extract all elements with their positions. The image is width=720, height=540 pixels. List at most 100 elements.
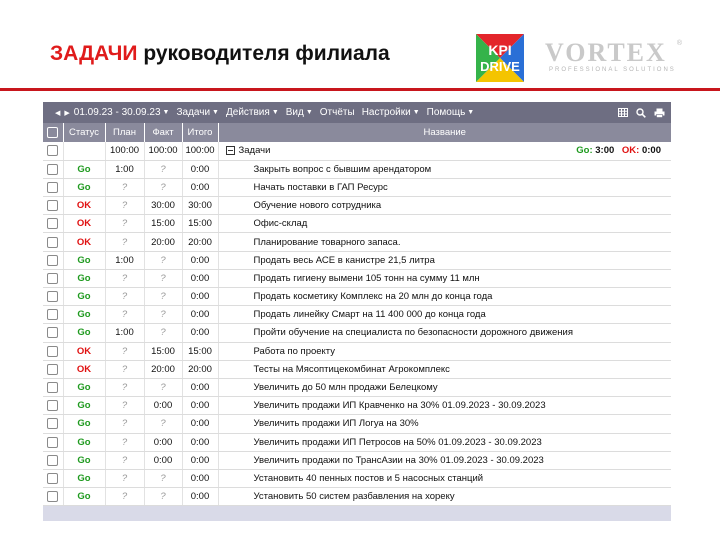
table-row[interactable]: Go?? 0:00 Увеличить продажи ИП Логуа на 30… [43, 414, 671, 434]
table-row[interactable]: OK? 20:00 20:00 Планирование товарного запа… [43, 232, 671, 252]
task-name[interactable]: Установить 50 систем разбавления на хорe… [218, 487, 671, 507]
row-checkbox-cell[interactable] [43, 178, 64, 198]
total-row[interactable]: 100:00 100:00 100:00 Задачи Go: 3:00 OK:… [43, 142, 671, 161]
row-checkbox-cell[interactable] [43, 342, 64, 361]
table-row[interactable]: OK? 15:00 15:00 Офис-склад [43, 214, 671, 234]
task-name[interactable]: Продать косметику Комплекс на 20 млн до … [218, 287, 671, 307]
row-checkbox[interactable] [47, 454, 59, 466]
table-row[interactable]: Go 1:00? 0:00 Пройти обучение на специалист… [43, 323, 671, 343]
row-checkbox[interactable] [47, 163, 59, 175]
table-row[interactable]: OK? 20:00 20:00 Тесты на Мясоптицекомбинат … [43, 360, 671, 379]
task-name[interactable]: Установить 40 пенных постов и 5 насосных… [218, 469, 671, 489]
table-row[interactable]: OK? 30:00 30:00 Обучение нового сотрудника [43, 196, 671, 216]
task-name[interactable]: Увеличить продажи ИП Петросов на 50% 01.… [218, 433, 671, 452]
table-row[interactable]: Go? 0:00 0:00 Увеличить продажи ИП Петросов… [43, 433, 671, 452]
row-checkbox[interactable] [47, 236, 59, 248]
row-checkbox[interactable] [47, 491, 59, 503]
table-row[interactable]: Go?? 0:00 Продать косметику Комплекс на 20… [43, 287, 671, 307]
menu-item[interactable]: Действия ▼ [226, 107, 279, 118]
search-icon[interactable] [636, 107, 646, 118]
row-checkbox[interactable] [47, 218, 59, 230]
row-checkbox-cell[interactable] [43, 269, 64, 289]
group-name[interactable]: Задачи [239, 145, 271, 156]
table-row[interactable]: Go 1:00? 0:00 Продать весь АСЕ в канистре 2… [43, 251, 671, 270]
header-name[interactable]: Название [218, 123, 671, 142]
task-name[interactable]: Увеличить продажи ИП Кравченко на 30% 01… [218, 396, 671, 416]
select-all-cell[interactable] [43, 123, 64, 142]
collapse-icon[interactable] [225, 146, 235, 156]
task-name[interactable]: Планирование товарного запаса. [218, 232, 671, 252]
header-plan[interactable]: План [105, 123, 145, 142]
task-name[interactable]: Обучение нового сотрудника [218, 196, 671, 216]
task-name[interactable]: Увеличить до 50 млн продажи Белецкому [218, 378, 671, 398]
row-checkbox-cell[interactable] [43, 378, 64, 398]
total-plan: 100:00 [105, 142, 145, 161]
table-row[interactable]: Go?? 0:00 Установить 50 систем разбавления… [43, 487, 671, 507]
row-checkbox-cell[interactable] [43, 360, 64, 379]
prev-period-icon[interactable]: ◀ [55, 109, 60, 117]
table-row[interactable]: OK? 15:00 15:00 Работа по проекту [43, 342, 671, 361]
row-checkbox[interactable] [47, 363, 59, 375]
table-row[interactable]: Go 1:00? 0:00 Закрыть вопрос с бывшим аренд… [43, 160, 671, 179]
row-checkbox-cell[interactable] [43, 251, 64, 270]
header-fact[interactable]: Факт [144, 123, 183, 142]
menu-item[interactable]: Отчёты [320, 107, 355, 118]
row-checkbox[interactable] [47, 436, 59, 448]
row-checkbox-cell[interactable] [43, 487, 64, 507]
row-checkbox[interactable] [47, 145, 59, 157]
task-name[interactable]: Офис-склад [218, 214, 671, 234]
row-checkbox-cell[interactable] [43, 323, 64, 343]
task-name[interactable]: Закрыть вопрос с бывшим арендатором [218, 160, 671, 179]
header-total[interactable]: Итого [182, 123, 219, 142]
row-checkbox[interactable] [47, 200, 59, 212]
row-checkbox[interactable] [47, 181, 59, 193]
task-name[interactable]: Продать гигиену вымени 105 тонн на сумму… [218, 269, 671, 289]
menu-item[interactable]: Задачи ▼ [176, 107, 219, 118]
row-checkbox[interactable] [47, 291, 59, 303]
row-checkbox-cell[interactable] [43, 396, 64, 416]
row-checkbox-cell[interactable] [43, 451, 64, 470]
row-checkbox[interactable] [47, 327, 59, 339]
row-checkbox-cell[interactable] [43, 305, 64, 325]
row-checkbox-cell[interactable] [43, 196, 64, 216]
task-name[interactable]: Продать линейку Смарт на 11 400 000 до к… [218, 305, 671, 325]
table-row[interactable]: Go?? 0:00 Увеличить до 50 млн продажи Беле… [43, 378, 671, 398]
next-period-icon[interactable]: ▶ [64, 109, 69, 117]
row-checkbox[interactable] [47, 254, 59, 266]
task-name[interactable]: Продать весь АСЕ в канистре 21,5 литра [218, 251, 671, 270]
row-checkbox-cell[interactable] [43, 433, 64, 452]
row-checkbox[interactable] [47, 345, 59, 357]
menu-item[interactable]: Вид ▼ [286, 107, 313, 118]
task-name[interactable]: Тесты на Мясоптицекомбинат Агрокомплекс [218, 360, 671, 379]
table-row[interactable]: Go?? 0:00 Начать поставки в ГАП Ресурс [43, 178, 671, 198]
task-name[interactable]: Увеличить продажи по ТрансАзии на 30% 01… [218, 451, 671, 470]
task-name[interactable]: Пройти обучение на специалиста по безопа… [218, 323, 671, 343]
table-row[interactable]: Go?? 0:00 Продать гигиену вымени 105 тонн … [43, 269, 671, 289]
table-row[interactable]: Go?? 0:00 Продать линейку Смарт на 11 400 … [43, 305, 671, 325]
task-name[interactable]: Начать поставки в ГАП Ресурс [218, 178, 671, 198]
row-checkbox[interactable] [47, 309, 59, 321]
row-checkbox[interactable] [47, 382, 59, 394]
row-checkbox[interactable] [47, 272, 59, 284]
table-row[interactable]: Go? 0:00 0:00 Увеличить продажи по ТрансАзи… [43, 451, 671, 470]
task-name[interactable]: Работа по проекту [218, 342, 671, 361]
row-checkbox[interactable] [47, 400, 59, 412]
menu-item[interactable]: Настройки ▼ [362, 107, 420, 118]
row-checkbox[interactable] [47, 418, 59, 430]
row-checkbox-cell[interactable] [43, 232, 64, 252]
menu-item[interactable]: Помощь ▼ [427, 107, 475, 118]
grid-icon[interactable] [618, 108, 628, 117]
row-checkbox[interactable] [47, 472, 59, 484]
row-checkbox-cell[interactable] [43, 414, 64, 434]
row-checkbox-cell[interactable] [43, 469, 64, 489]
select-all-checkbox[interactable] [47, 126, 59, 138]
print-icon[interactable] [654, 108, 665, 118]
table-row[interactable]: Go?? 0:00 Установить 40 пенных постов и 5 … [43, 469, 671, 489]
row-checkbox-cell[interactable] [43, 160, 64, 179]
row-checkbox-cell[interactable] [43, 287, 64, 307]
header-status[interactable]: Статус [63, 123, 106, 142]
task-name[interactable]: Увеличить продажи ИП Логуа на 30% [218, 414, 671, 434]
date-range-picker[interactable]: ◀ ▶ 01.09.23 - 30.09.23 ▼ [55, 107, 169, 118]
row-checkbox-cell[interactable] [43, 214, 64, 234]
table-row[interactable]: Go? 0:00 0:00 Увеличить продажи ИП Кравченк… [43, 396, 671, 416]
